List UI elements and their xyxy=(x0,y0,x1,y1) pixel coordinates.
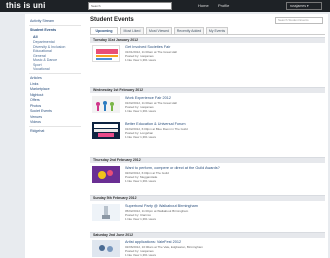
page-container: Activity Stream Student Events All Depar… xyxy=(25,14,328,258)
event-meta: 1 like View 1,361 views xyxy=(125,135,156,139)
sidebar-item-ridgehat[interactable]: Ridgehat xyxy=(30,129,44,133)
sidebar-item-offers[interactable]: Offers xyxy=(30,98,40,102)
event-meta: 1 like View 1,361 views xyxy=(125,58,156,62)
day-header: Tuesday 31st January 2012 xyxy=(90,37,325,43)
site-search-input[interactable]: Search xyxy=(88,2,172,10)
sidebar-divider xyxy=(29,73,81,74)
event-thumbnail[interactable] xyxy=(92,96,120,113)
event-meta: 1 like View 1,361 views xyxy=(125,109,156,113)
sidebar-item-nightout[interactable]: Nightout xyxy=(30,93,43,97)
event-meta: 1 like View 1,361 views xyxy=(125,217,156,221)
sidebar-item-links[interactable]: Links xyxy=(30,82,38,86)
home-link[interactable]: Home xyxy=(198,0,209,12)
event-title-link[interactable]: Artist applications: ValeFest 2012 xyxy=(125,240,181,244)
event-item[interactable]: Better Education & Universal Forum 01/02… xyxy=(92,122,322,144)
event-meta: 1 like View 1,361 views xyxy=(125,179,156,183)
page-title: Student Events xyxy=(90,17,134,23)
sidebar-item-society-events[interactable]: Societ Events xyxy=(30,109,52,113)
sidebar: Activity Stream Student Events All Depar… xyxy=(25,14,87,258)
event-thumbnail[interactable] xyxy=(92,45,120,62)
sidebar-subitem-all[interactable]: All xyxy=(33,35,38,39)
event-title-link[interactable]: Work Experience Fair 2012 xyxy=(125,96,171,100)
day-header: Wednesday 1st February 2012 xyxy=(90,87,325,93)
sidebar-divider xyxy=(29,126,81,127)
sidebar-item-marketplace[interactable]: Marketplace xyxy=(30,87,50,91)
event-thumbnail[interactable] xyxy=(92,204,120,221)
tab-upcoming[interactable]: Upcoming xyxy=(90,27,118,34)
tab-recently-added[interactable]: Recently Added xyxy=(174,27,204,34)
event-title-link[interactable]: Get Involved Societies Fair xyxy=(125,45,170,49)
event-title-link[interactable]: Want to perform, compere or direct at th… xyxy=(125,166,220,170)
sidebar-item-student-events[interactable]: Student Events xyxy=(30,28,56,32)
event-item[interactable]: Superbowl Party @ Walkabout Birmingham 0… xyxy=(92,204,322,226)
event-search-input[interactable]: Search Student Events xyxy=(275,17,323,24)
sidebar-subitem-educational[interactable]: Educational xyxy=(33,49,52,53)
event-item[interactable]: Get Involved Societies Fair 31/01/2012, … xyxy=(92,45,322,67)
event-title-link[interactable]: Better Education & Universal Forum xyxy=(125,122,186,126)
main-content: Student Events Search Student Events Upc… xyxy=(87,14,328,258)
site-logo[interactable]: this is uni xyxy=(6,0,46,12)
tab-underline xyxy=(90,34,325,35)
profile-link[interactable]: Profile xyxy=(218,0,229,12)
day-header: Saturday 2nd June 2012 xyxy=(90,232,325,238)
event-title-link[interactable]: Superbowl Party @ Walkabout Birmingham xyxy=(125,204,198,208)
event-item[interactable]: Work Experience Fair 2012 01/02/2012, 11… xyxy=(92,96,322,118)
sidebar-subitem-departmental[interactable]: Departmental xyxy=(33,40,55,44)
event-thumbnail[interactable] xyxy=(92,122,120,139)
day-header: Sunday 5th February 2012 xyxy=(90,195,325,201)
top-navigation-bar: this is uni Search Home Profile russjame… xyxy=(0,0,330,12)
event-item[interactable]: Artist applications: ValeFest 2012 02/06… xyxy=(92,240,322,257)
sidebar-item-photos[interactable]: Photos xyxy=(30,104,41,108)
sidebar-item-venues[interactable]: Venues xyxy=(30,115,42,119)
user-menu[interactable]: russjames ▾ xyxy=(286,2,322,10)
sidebar-item-articles[interactable]: Articles xyxy=(30,76,42,80)
sidebar-item-activity-stream[interactable]: Activity Stream xyxy=(30,19,54,23)
sidebar-subitem-general[interactable]: General xyxy=(33,54,46,58)
sidebar-subitem-diversity[interactable]: Diversity & Inclusion xyxy=(33,45,65,49)
sidebar-divider xyxy=(29,25,81,26)
event-meta: 1 like View 1,361 views xyxy=(125,253,156,257)
event-thumbnail[interactable] xyxy=(92,240,120,257)
sidebar-subitem-sport[interactable]: Sport xyxy=(33,63,42,67)
event-thumbnail[interactable] xyxy=(92,166,120,183)
tab-most-viewed[interactable]: Most Viewed xyxy=(146,27,172,34)
sidebar-subitem-vocational[interactable]: Vocational xyxy=(33,67,50,71)
tab-most-liked[interactable]: Most Liked xyxy=(120,27,144,34)
sidebar-subitem-music-dance[interactable]: Music & Dance xyxy=(33,58,57,62)
event-item[interactable]: Want to perform, compere or direct at th… xyxy=(92,166,322,188)
day-header: Thursday 2nd February 2012 xyxy=(90,157,325,163)
tab-my-events[interactable]: My Events xyxy=(206,27,228,34)
sidebar-item-videos[interactable]: Videos xyxy=(30,120,41,124)
